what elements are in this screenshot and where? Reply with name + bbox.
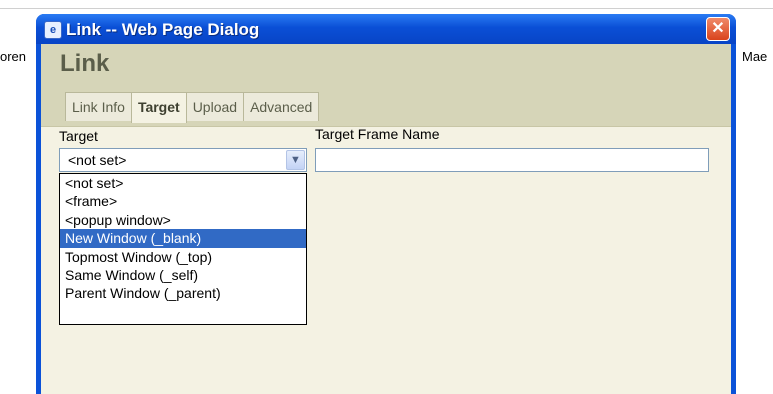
option-not-set[interactable]: <not set> [60,174,306,192]
tab-target[interactable]: Target [130,92,187,123]
background-text-left: oren [0,49,27,64]
tab-strip: Link Info Target Upload Advanced [65,92,320,123]
chevron-down-icon: ▼ [290,154,301,166]
close-button[interactable]: ✕ [706,17,730,41]
tab-upload[interactable]: Upload [185,92,245,121]
close-icon: ✕ [711,20,725,37]
target-select-value: <not set> [68,152,127,168]
background-divider [0,8,773,9]
target-select[interactable]: <not set> ▼ [59,148,307,172]
dropdown-button[interactable]: ▼ [286,150,305,170]
option-popup-window[interactable]: <popup window> [60,211,306,229]
target-frame-name-input[interactable] [315,148,709,172]
tab-advanced[interactable]: Advanced [243,92,320,121]
option-new-window[interactable]: New Window (_blank) [60,229,306,248]
target-label: Target [59,128,98,144]
background-cut-text [0,0,773,6]
ie-page-icon: e [44,21,62,39]
dialog-client-area: Link Link Info Target Upload Advanced Ta… [41,44,731,394]
background-text-right: Mae [742,49,768,64]
dialog-header: Link Link Info Target Upload Advanced [41,44,731,126]
option-same-window[interactable]: Same Window (_self) [60,266,306,284]
target-frame-name-label: Target Frame Name [315,126,440,142]
option-parent-window[interactable]: Parent Window (_parent) [60,284,306,302]
window-title: Link -- Web Page Dialog [66,20,260,39]
target-dropdown-list[interactable]: <not set> <frame> <popup window> New Win… [59,173,307,325]
option-topmost-window[interactable]: Topmost Window (_top) [60,248,306,266]
link-dialog-window: e Link -- Web Page Dialog ✕ Link Link In… [36,14,736,394]
title-bar[interactable]: e Link -- Web Page Dialog ✕ [36,14,736,44]
option-frame[interactable]: <frame> [60,192,306,210]
dialog-heading: Link [60,50,110,77]
tab-link-info[interactable]: Link Info [65,92,132,121]
